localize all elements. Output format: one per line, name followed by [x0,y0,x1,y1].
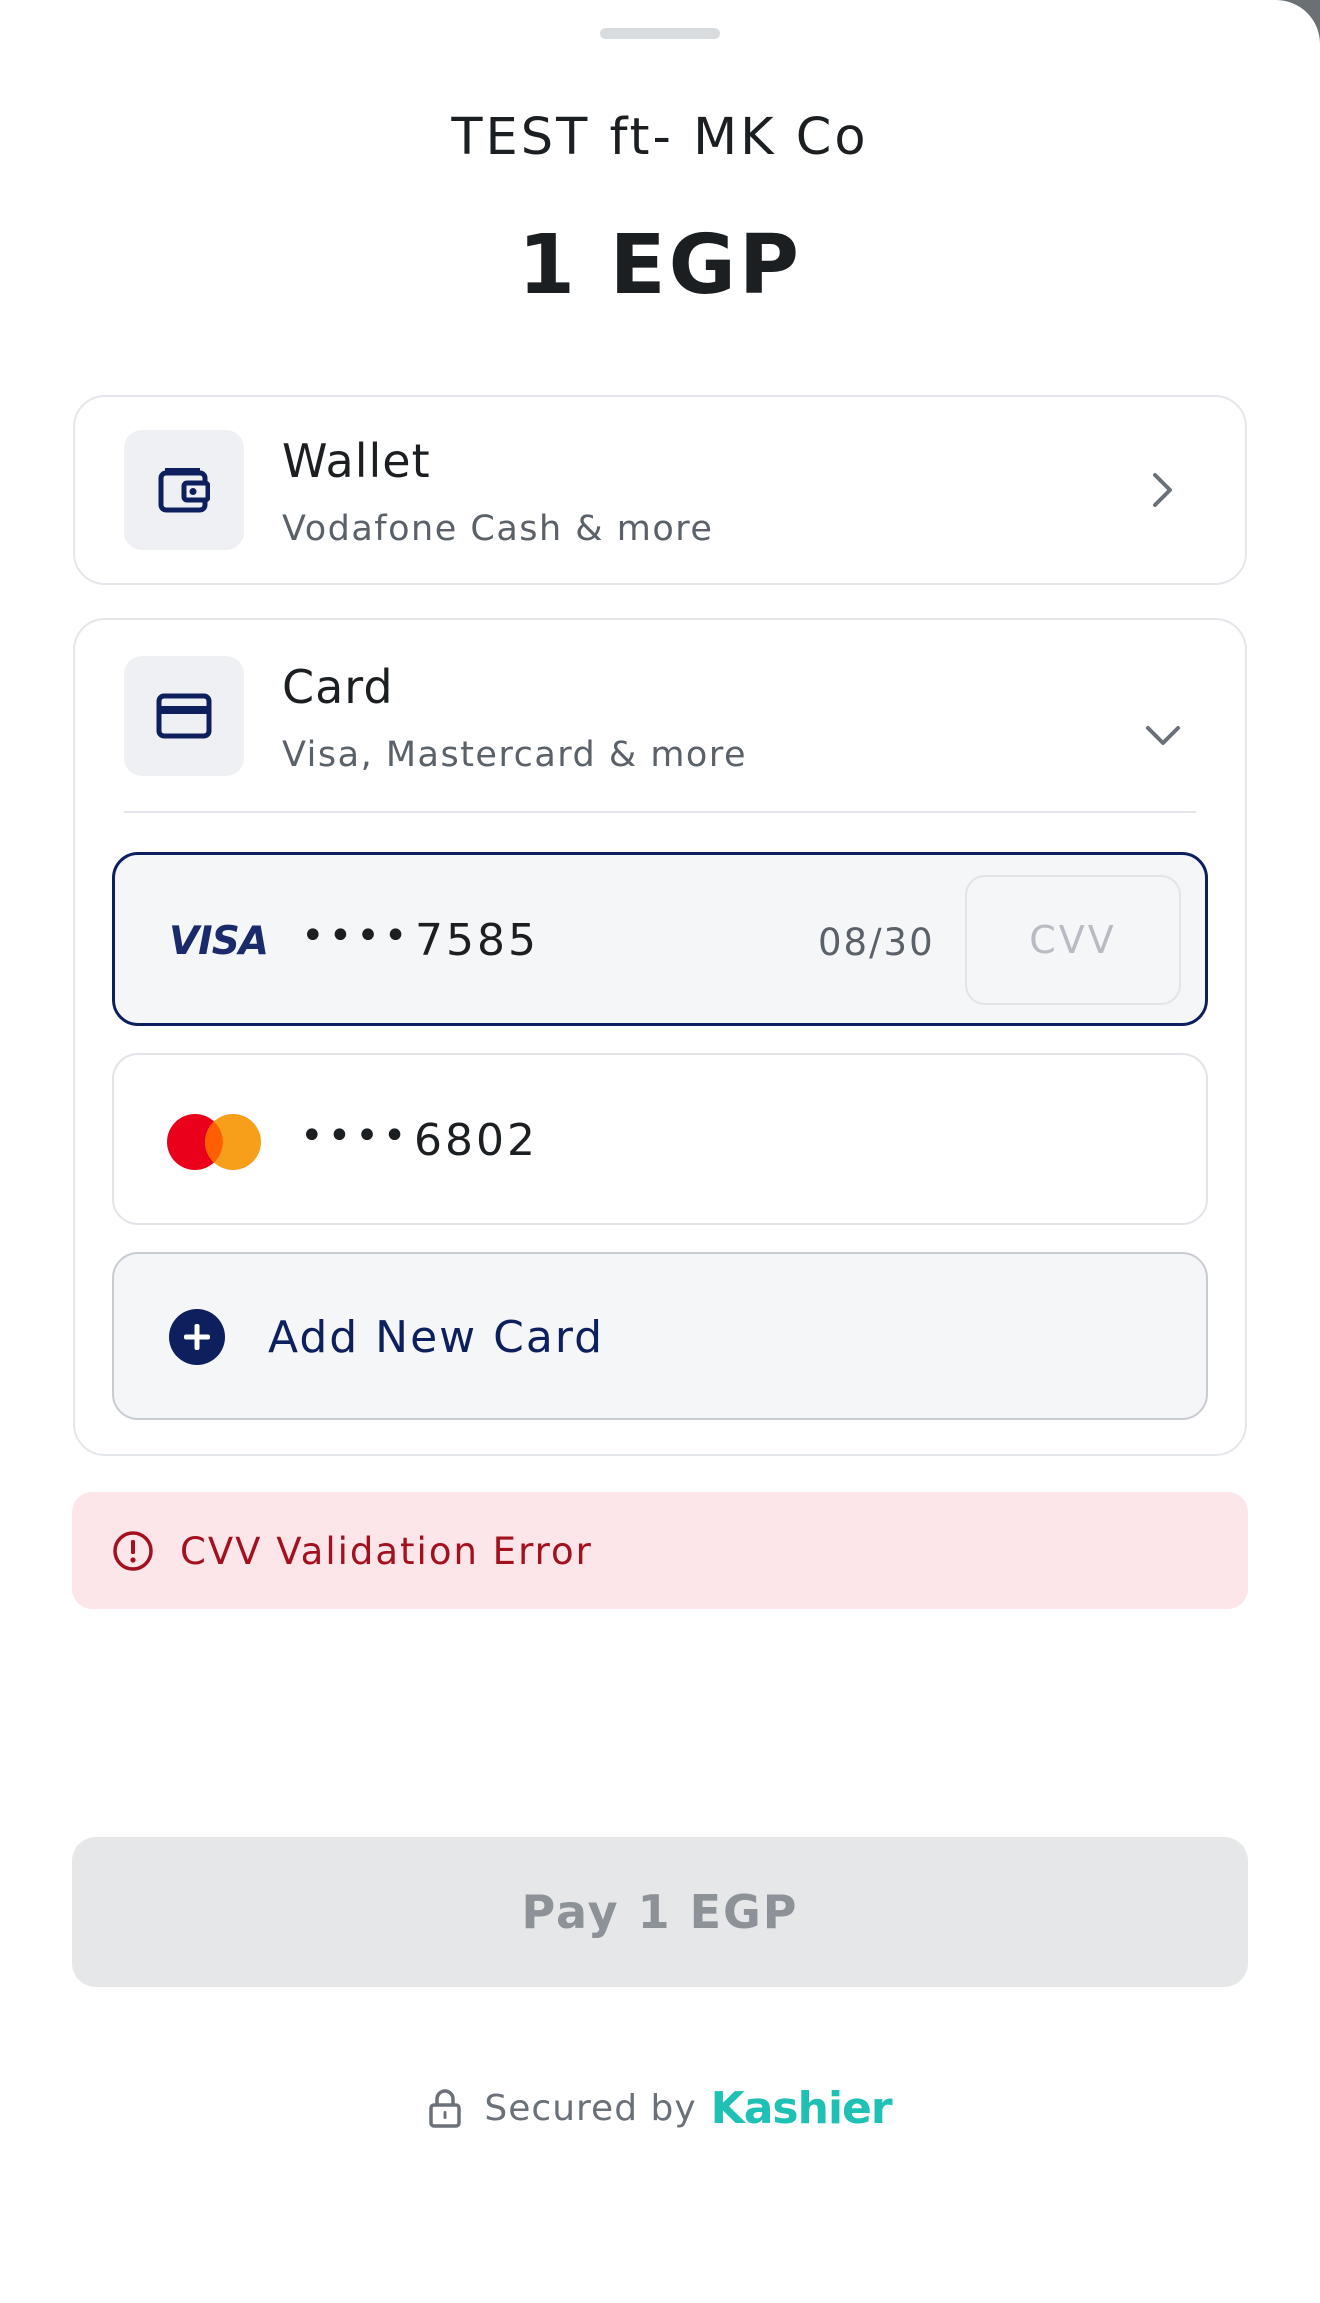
mastercard-logo [167,1114,261,1170]
payment-sheet: TEST ft- MK Co 1 EGP Wallet Vodafone Cas… [0,0,1320,2303]
wallet-title: Wallet [282,434,431,488]
cvv-input[interactable] [965,875,1181,1005]
card-icon-box [124,656,244,776]
card-mask: •••• [301,913,412,959]
wallet-icon [158,468,210,513]
visa-logo: VISA [169,919,269,964]
card-last4: 7585 [415,915,539,966]
secured-by-footer: Secured by Kashier [0,2080,1320,2136]
secured-by-text: Secured by [484,2087,697,2129]
card-last4: 6802 [414,1115,538,1166]
credit-card-icon [156,693,212,739]
card-expiry: 08/30 [818,921,935,964]
pay-button[interactable]: Pay 1 EGP [72,1837,1248,1987]
error-message: CVV Validation Error [180,1530,593,1573]
card-subtitle: Visa, Mastercard & more [282,735,747,775]
add-new-card-label: Add New Card [268,1312,605,1363]
card-title: Card [282,660,394,714]
alert-circle-icon [113,1531,153,1571]
saved-card-mastercard[interactable]: •••• 6802 [112,1053,1208,1225]
wallet-icon-box [124,430,244,550]
wallet-option[interactable]: Wallet Vodafone Cash & more [73,395,1247,585]
drag-handle[interactable] [600,28,720,39]
plus-circle-icon [169,1309,225,1365]
merchant-name: TEST ft- MK Co [451,108,869,167]
card-option: Card Visa, Mastercard & more VISA •••• 7… [73,618,1247,1456]
saved-card-visa[interactable]: VISA •••• 7585 08/30 [112,852,1208,1026]
chevron-down-icon[interactable] [1143,716,1183,756]
kashier-logo: Kashier [710,2082,893,2134]
card-mask: •••• [300,1113,411,1159]
add-new-card-button[interactable]: Add New Card [112,1252,1208,1420]
lock-icon [429,2089,462,2128]
error-banner: CVV Validation Error [72,1492,1248,1609]
payment-amount: 1 EGP [517,218,803,313]
wallet-subtitle: Vodafone Cash & more [282,509,714,549]
chevron-right-icon [1143,470,1183,510]
card-section-divider [124,811,1196,813]
